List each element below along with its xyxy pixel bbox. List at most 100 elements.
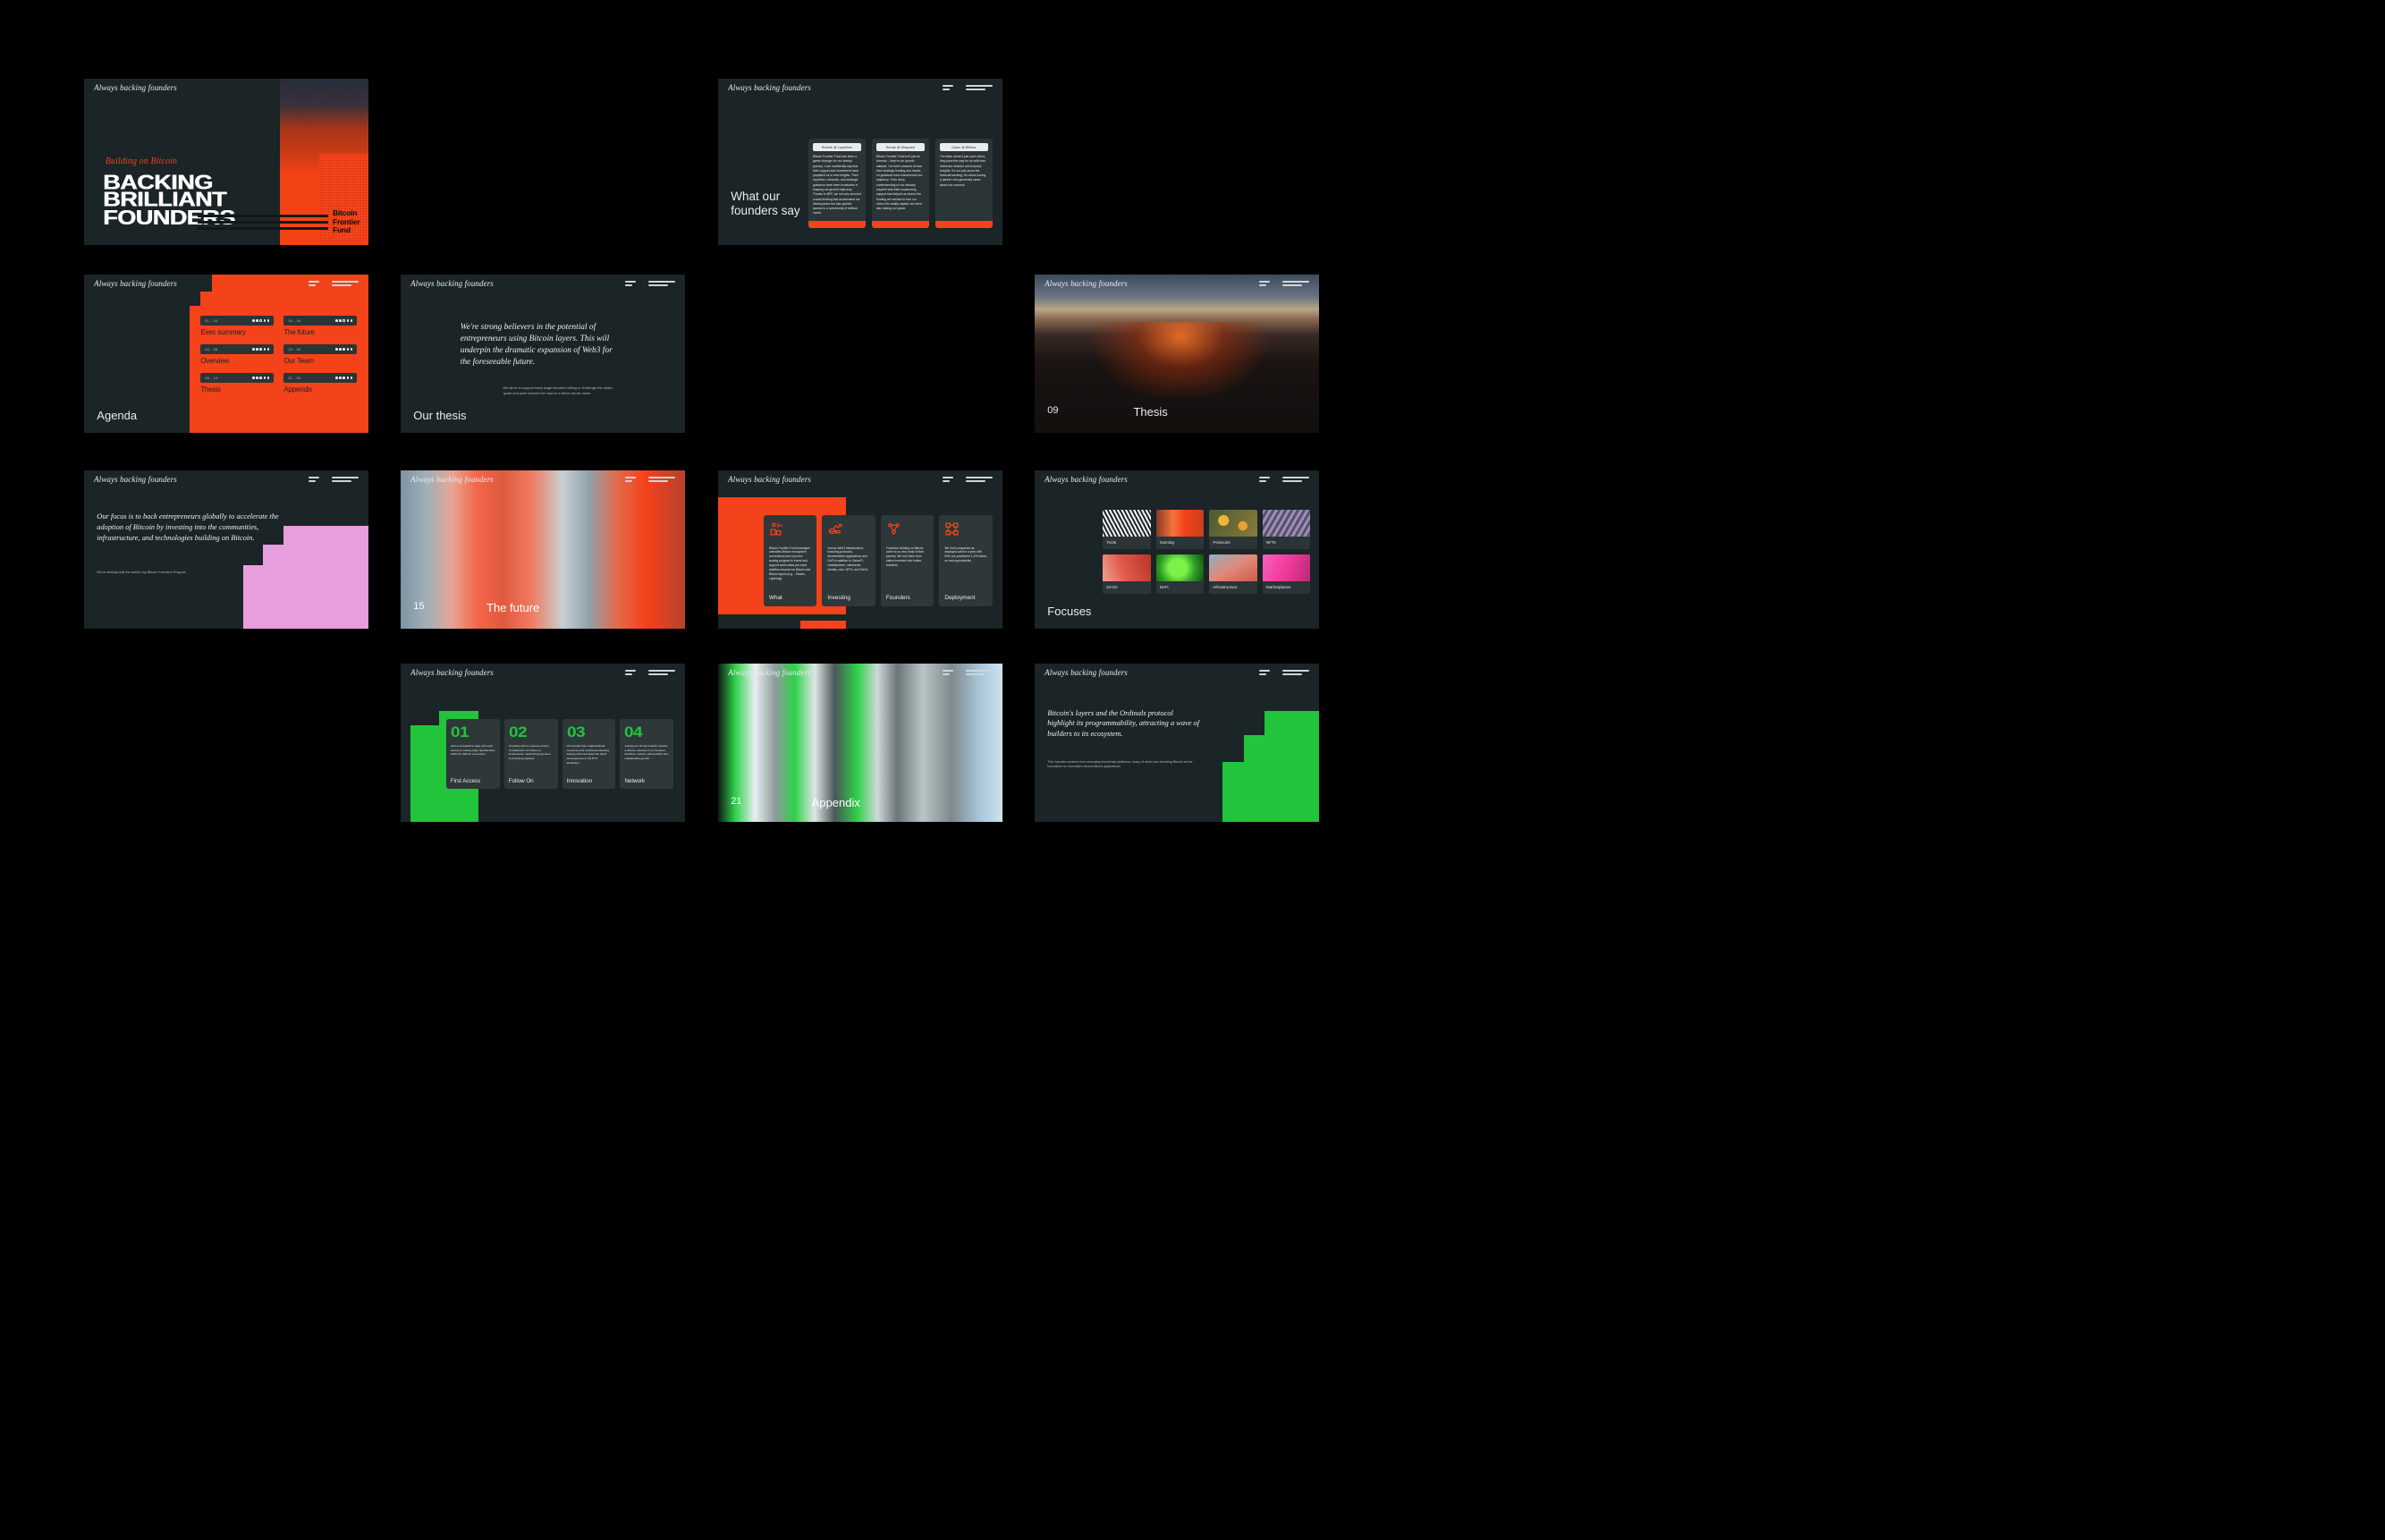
section-footer: 09 Thesis	[1047, 405, 1306, 419]
testimonial-name: Dylan @ Bitflow	[939, 142, 988, 152]
header-logo-mark	[308, 476, 359, 482]
slide-what-investing[interactable]: Always backing founders Bitcoin Frontier…	[718, 470, 1002, 629]
info-card[interactable]: Across Web3 infrastructure, including pr…	[822, 514, 875, 606]
focus-label: Infrastructure	[1213, 585, 1238, 590]
benefit-card[interactable]: 02 Investing with us ensures priority co…	[503, 718, 558, 789]
slide-focuses[interactable]: Always backing founders Tools Gaming Pro…	[1035, 470, 1319, 629]
slide-header: Always backing founders	[84, 79, 368, 97]
header-logo-mark	[1258, 669, 1309, 675]
brand-tagline: Always backing founders	[410, 278, 494, 288]
testimonial-card[interactable]: Ronak @ Wrapped Bitcoin Frontier Fund is…	[871, 138, 929, 228]
info-card[interactable]: Founders building on Bitcoin come to us …	[880, 514, 935, 606]
page-title: Focuses	[1047, 604, 1092, 618]
focus-thumbnail	[1209, 510, 1257, 537]
focus-cell[interactable]: Marketplaces	[1262, 554, 1311, 595]
header-logo-mark	[942, 669, 993, 675]
slide-ordinals[interactable]: Always backing founders Bitcoin's layers…	[1035, 664, 1319, 822]
agenda-item[interactable]: 04 - 08 Overview	[200, 344, 275, 365]
info-card-label: Founders	[885, 594, 910, 601]
testimonial-card[interactable]: Robbie @ Liquidium Bitcoin Frontier Fund…	[808, 138, 866, 228]
factory-icon	[770, 522, 782, 536]
agenda-range: 19 - 20	[288, 347, 301, 351]
slide-header: Always backing founders	[1035, 470, 1319, 487]
section-name: Appendix	[811, 795, 860, 809]
deck-overview-board: Always backing founders Bitcoin Frontier…	[0, 0, 2385, 1540]
agenda-grid: 01 - 03 Exec summary 15 - 18 The future …	[200, 316, 358, 393]
agenda-item[interactable]: 19 - 20 Our Team	[283, 344, 358, 365]
agenda-step-notch	[189, 292, 201, 307]
fund-line-3: Fund	[332, 225, 351, 235]
agenda-item[interactable]: 01 - 03 Exec summary	[200, 316, 275, 337]
section-number: 15	[413, 601, 425, 613]
focus-cell[interactable]: Tools	[1103, 510, 1151, 550]
info-card[interactable]: Bitcoin Frontier Fund leverages unrivall…	[763, 514, 817, 606]
focus-cell[interactable]: DeFi	[1155, 554, 1205, 595]
agenda-range: 01 - 03	[205, 318, 218, 323]
brand-tagline: Always backing founders	[94, 474, 177, 484]
focus-cell[interactable]: Infrastructure	[1209, 554, 1257, 595]
slide-our-thesis[interactable]: Always backing founders We're strong bel…	[401, 275, 685, 433]
slide-header: Always backing founders	[1035, 664, 1319, 681]
focus-cell[interactable]: NFTs	[1262, 510, 1311, 550]
slide-title[interactable]: Always backing founders Bitcoin Frontier…	[84, 79, 368, 245]
benefit-card[interactable]: 03 LPs benefit from organizational resou…	[562, 718, 616, 789]
focus-thumbnail	[1209, 554, 1257, 582]
agenda-chip: 21 - 26	[283, 373, 358, 384]
slide-our-focus[interactable]: Always backing founders Our focus is to …	[84, 470, 368, 629]
benefit-number: 01	[450, 723, 469, 740]
ordinals-sub: This includes creators from emerging blo…	[1047, 759, 1193, 769]
agenda-range: 21 - 26	[288, 376, 301, 380]
info-card[interactable]: We hold companies as deployed cash in a …	[939, 514, 993, 606]
testimonial-quote: Bitcoin Frontier Fund isn't just an inve…	[875, 155, 923, 211]
benefit-card[interactable]: 04 Joining our LP-led network unlocks a …	[620, 718, 674, 789]
agenda-item[interactable]: 09 - 14 Thesis	[200, 373, 275, 393]
header-logo-mark	[624, 476, 675, 482]
benefit-card[interactable]: 01 Gain a competitive edge with early ac…	[445, 718, 500, 789]
page-title: Our thesis	[413, 408, 467, 422]
info-card-text: Bitcoin Frontier Fund leverages unrivall…	[768, 546, 811, 581]
agenda-label: The future	[283, 328, 315, 337]
focus-cell[interactable]: DAOs	[1103, 554, 1151, 595]
growth-coins-icon	[829, 523, 842, 534]
testimonial-card[interactable]: Dylan @ Bitflow The team doesn't just op…	[935, 138, 993, 228]
agenda-chip: 01 - 03	[200, 316, 275, 326]
slide-future-section[interactable]: Always backing founders 15 The future	[401, 470, 685, 629]
page-title: Agenda	[97, 408, 138, 422]
testimonial-name: Robbie @ Liquidium	[812, 142, 861, 152]
brand-tagline: Always backing founders	[728, 474, 811, 484]
brand-tagline: Always backing founders	[728, 667, 811, 677]
thesis-lead: We're strong believers in the potential …	[460, 323, 613, 367]
slide-thesis-section[interactable]: Always backing founders 09 Thesis	[1035, 275, 1319, 433]
brand-tagline: Always backing founders	[410, 667, 494, 677]
benefit-number: 02	[508, 723, 528, 740]
grid-deploy-icon	[945, 522, 959, 536]
focus-thumbnail	[1103, 510, 1151, 537]
section-footer: 21 Appendix	[731, 796, 989, 809]
benefit-text: Investing with us ensures priority consi…	[508, 743, 552, 760]
thesis-sub: We strive to support early stage founder…	[503, 385, 613, 395]
agenda-item[interactable]: 21 - 26 Appendix	[283, 373, 358, 393]
section-number: 09	[1047, 405, 1059, 417]
brand-tagline: Always backing founders	[1044, 667, 1128, 677]
focus-cell[interactable]: Protocols	[1209, 510, 1257, 550]
agenda-range: 09 - 14	[205, 376, 218, 380]
agenda-label: Exec summary	[200, 328, 246, 337]
slide-founders-say[interactable]: Always backing founders What our founder…	[718, 79, 1002, 245]
slide-header: Always backing founders	[401, 664, 685, 681]
slide-header: Always backing founders	[718, 470, 1002, 487]
focus-label: Marketplaces	[1265, 585, 1291, 590]
slide-benefits[interactable]: Always backing founders 01 Gain a compet…	[401, 664, 685, 822]
brand-tagline: Always backing founders	[94, 83, 177, 93]
focus-thumbnail	[1155, 554, 1205, 582]
slide-appendix-section[interactable]: Always backing founders 21 Appendix	[718, 664, 1002, 822]
info-card-label: Investing	[827, 594, 850, 601]
agenda-item[interactable]: 15 - 18 The future	[283, 316, 358, 337]
focus-grid: Tools Gaming Protocols NFTs DAOs DeFi In…	[1103, 510, 1311, 595]
testimonial-name: Ronak @ Wrapped	[875, 142, 925, 152]
testimonial-list: Robbie @ Liquidium Bitcoin Frontier Fund…	[808, 138, 993, 228]
slide-agenda[interactable]: Always backing founders 01 - 03 Exec sum…	[84, 275, 368, 433]
focus-cell[interactable]: Gaming	[1155, 510, 1205, 550]
agenda-dots	[251, 319, 270, 322]
title-line-1: What our	[731, 189, 781, 203]
focus-label: Protocols	[1213, 540, 1231, 546]
